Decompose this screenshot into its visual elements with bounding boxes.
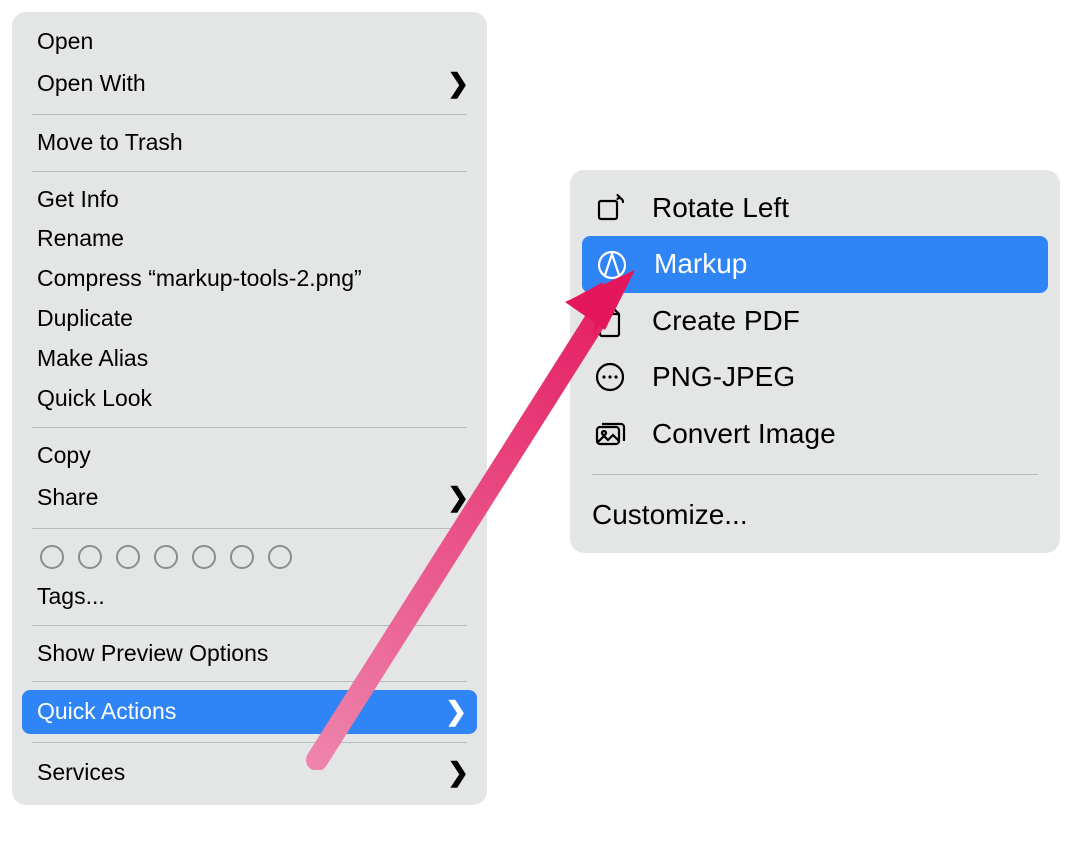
menu-separator (32, 742, 467, 743)
menu-label: Convert Image (652, 416, 836, 452)
chevron-right-icon: ❯ (447, 67, 469, 101)
menu-item-show-preview-options[interactable]: Show Preview Options (12, 634, 487, 674)
tag-color-circle[interactable] (40, 545, 64, 569)
sub-item-convert-image[interactable]: Convert Image (570, 406, 1060, 462)
rotate-left-icon (592, 190, 628, 226)
chevron-right-icon: ❯ (445, 695, 467, 729)
menu-label: Rename (37, 224, 124, 254)
context-menu-main: Open Open With ❯ Move to Trash Get Info … (12, 12, 487, 805)
menu-separator (592, 474, 1038, 475)
menu-label: Rotate Left (652, 190, 789, 226)
menu-label: Share (37, 483, 98, 513)
menu-label: Quick Actions (37, 697, 176, 727)
menu-label: Make Alias (37, 344, 148, 374)
images-icon (592, 416, 628, 452)
menu-separator (32, 625, 467, 626)
menu-label: PNG-JPEG (652, 359, 795, 395)
menu-item-make-alias[interactable]: Make Alias (12, 339, 487, 379)
sub-item-markup[interactable]: Markup (582, 236, 1048, 292)
sub-item-rotate-left[interactable]: Rotate Left (570, 180, 1060, 236)
menu-item-copy[interactable]: Copy (12, 436, 487, 476)
menu-item-move-to-trash[interactable]: Move to Trash (12, 123, 487, 163)
menu-item-compress[interactable]: Compress “markup-tools-2.png” (12, 259, 487, 299)
menu-label: Services (37, 758, 125, 788)
menu-item-share[interactable]: Share ❯ (12, 476, 487, 520)
menu-separator (32, 681, 467, 682)
sub-item-png-jpeg[interactable]: PNG-JPEG (570, 349, 1060, 405)
menu-item-rename[interactable]: Rename (12, 219, 487, 259)
tag-color-circle[interactable] (116, 545, 140, 569)
menu-label: Copy (37, 441, 91, 471)
menu-separator (32, 427, 467, 428)
ellipsis-circle-icon (592, 359, 628, 395)
menu-label: Move to Trash (37, 128, 183, 158)
menu-separator (32, 114, 467, 115)
menu-item-get-info[interactable]: Get Info (12, 180, 487, 220)
context-menu-quick-actions: Rotate Left Markup Create PDF (570, 170, 1060, 553)
menu-item-quick-actions[interactable]: Quick Actions ❯ (22, 690, 477, 734)
menu-item-open-with[interactable]: Open With ❯ (12, 62, 487, 106)
menu-item-duplicate[interactable]: Duplicate (12, 299, 487, 339)
menu-item-quick-look[interactable]: Quick Look (12, 379, 487, 419)
tag-color-circle[interactable] (154, 545, 178, 569)
chevron-right-icon: ❯ (447, 756, 469, 790)
chevron-right-icon: ❯ (447, 481, 469, 515)
menu-item-tags[interactable]: Tags... (12, 577, 487, 617)
sub-item-create-pdf[interactable]: Create PDF (570, 293, 1060, 349)
tag-color-circle[interactable] (78, 545, 102, 569)
tag-color-circle[interactable] (268, 545, 292, 569)
menu-label: Open With (37, 69, 146, 99)
menu-item-services[interactable]: Services ❯ (12, 751, 487, 795)
menu-label: Duplicate (37, 304, 133, 334)
menu-label: Tags... (37, 582, 105, 612)
menu-label: Quick Look (37, 384, 152, 414)
menu-label: Compress “markup-tools-2.png” (37, 264, 362, 294)
menu-label: Open (37, 27, 93, 57)
tag-color-circle[interactable] (230, 545, 254, 569)
markup-icon (594, 247, 630, 283)
menu-item-open[interactable]: Open (12, 22, 487, 62)
tag-color-row (12, 537, 487, 577)
menu-label: Markup (654, 246, 747, 282)
menu-label: Get Info (37, 185, 119, 215)
document-icon (592, 303, 628, 339)
menu-label: Show Preview Options (37, 639, 268, 669)
tag-color-circle[interactable] (192, 545, 216, 569)
menu-separator (32, 528, 467, 529)
sub-item-customize[interactable]: Customize... (570, 487, 1060, 543)
menu-separator (32, 171, 467, 172)
menu-label: Create PDF (652, 303, 800, 339)
menu-label: Customize... (592, 497, 748, 533)
